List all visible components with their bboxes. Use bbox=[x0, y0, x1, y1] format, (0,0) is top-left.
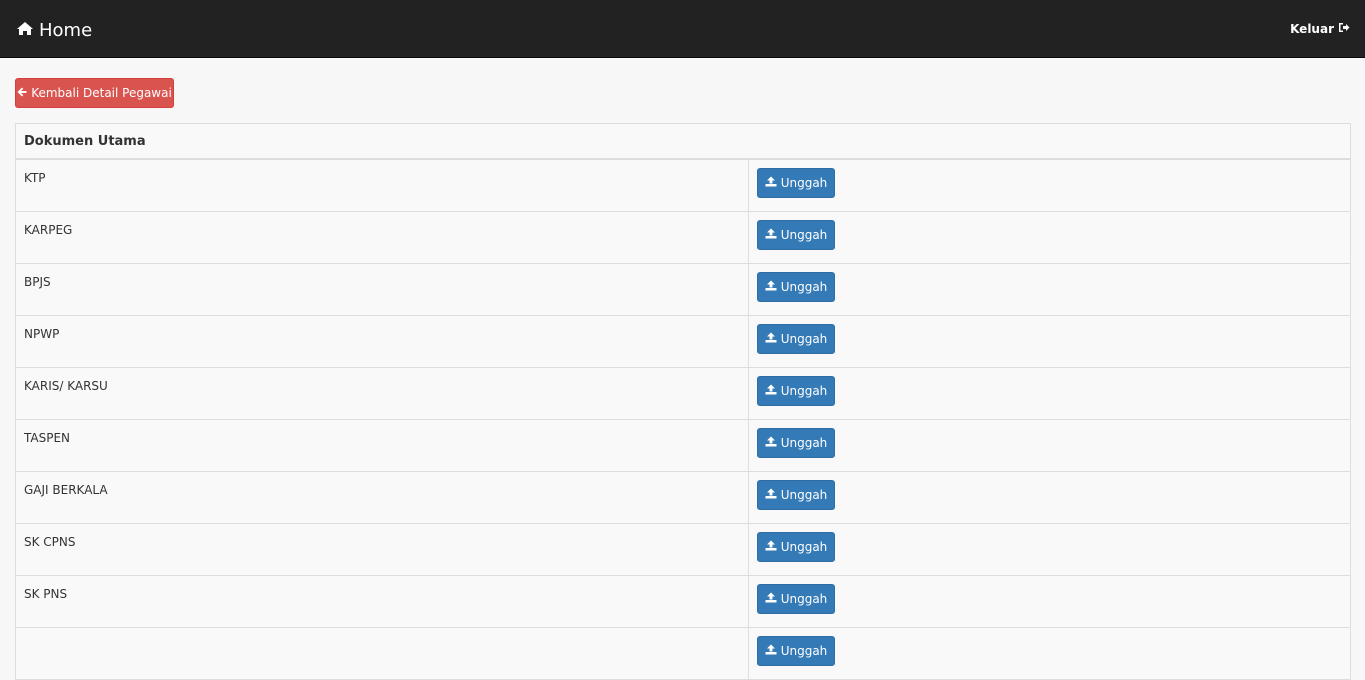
document-action-cell: Unggah bbox=[749, 316, 1350, 367]
upload-button[interactable]: Unggah bbox=[757, 220, 835, 250]
upload-icon bbox=[765, 436, 781, 450]
document-action-cell: Unggah bbox=[749, 420, 1350, 471]
upload-button[interactable]: Unggah bbox=[757, 428, 835, 458]
upload-button[interactable]: Unggah bbox=[757, 532, 835, 562]
upload-button-label: Unggah bbox=[780, 592, 828, 606]
upload-button-label: Unggah bbox=[780, 176, 828, 190]
upload-icon bbox=[765, 384, 781, 398]
document-action-cell: Unggah bbox=[749, 212, 1350, 263]
document-name: SK PNS bbox=[16, 576, 749, 627]
table-row: BPJS Unggah bbox=[16, 264, 1350, 316]
upload-button[interactable]: Unggah bbox=[757, 584, 835, 614]
table-row: NPWP Unggah bbox=[16, 316, 1350, 368]
upload-button[interactable]: Unggah bbox=[757, 376, 835, 406]
upload-button-label: Unggah bbox=[780, 488, 828, 502]
document-action-cell: Unggah bbox=[749, 576, 1350, 627]
upload-button-label: Unggah bbox=[780, 644, 828, 658]
logout-link[interactable]: Keluar bbox=[1290, 21, 1350, 37]
back-to-employee-detail-button[interactable]: Kembali Detail Pegawai bbox=[15, 78, 174, 108]
upload-button-label: Unggah bbox=[780, 280, 828, 294]
upload-icon bbox=[765, 592, 781, 606]
document-action-cell: Unggah bbox=[749, 524, 1350, 575]
document-action-cell: Unggah bbox=[749, 264, 1350, 315]
document-action-cell: Unggah bbox=[749, 368, 1350, 419]
arrow-left-icon bbox=[17, 79, 31, 107]
top-navbar: Home Keluar bbox=[0, 0, 1365, 58]
document-name: GAJI BERKALA bbox=[16, 472, 749, 523]
document-name: BPJS bbox=[16, 264, 749, 315]
logout-label: Keluar bbox=[1290, 22, 1334, 36]
document-rows: KTP Unggah KARPEG Unggah BPJS Unggah NPWP Ungga… bbox=[16, 160, 1350, 680]
table-row: KARPEG Unggah bbox=[16, 212, 1350, 264]
document-name: NPWP bbox=[16, 316, 749, 367]
upload-button[interactable]: Unggah bbox=[757, 636, 835, 666]
table-row: KTP Unggah bbox=[16, 160, 1350, 212]
upload-button-label: Unggah bbox=[780, 436, 828, 450]
upload-icon bbox=[765, 644, 781, 658]
document-action-cell: Unggah bbox=[749, 160, 1350, 211]
document-table: Dokumen Utama KTP Unggah KARPEG Unggah BPJS U… bbox=[15, 123, 1351, 680]
home-icon bbox=[16, 19, 39, 43]
document-name: KARPEG bbox=[16, 212, 749, 263]
upload-icon bbox=[765, 280, 781, 294]
home-label: Home bbox=[39, 20, 93, 41]
table-row: SK PNS Unggah bbox=[16, 576, 1350, 628]
upload-button-label: Unggah bbox=[780, 332, 828, 346]
upload-button-label: Unggah bbox=[780, 384, 828, 398]
upload-button-label: Unggah bbox=[780, 540, 828, 554]
upload-icon bbox=[765, 540, 781, 554]
document-name bbox=[16, 628, 749, 679]
home-link[interactable]: Home bbox=[16, 19, 92, 43]
document-table-header: Dokumen Utama bbox=[16, 124, 1350, 160]
upload-icon bbox=[765, 332, 781, 346]
upload-button[interactable]: Unggah bbox=[757, 168, 835, 198]
table-row: Unggah bbox=[16, 628, 1350, 680]
document-name: KARIS/ KARSU bbox=[16, 368, 749, 419]
document-name: TASPEN bbox=[16, 420, 749, 471]
upload-button[interactable]: Unggah bbox=[757, 324, 835, 354]
upload-button-label: Unggah bbox=[780, 228, 828, 242]
upload-icon bbox=[765, 228, 781, 242]
document-name: SK CPNS bbox=[16, 524, 749, 575]
upload-icon bbox=[765, 176, 781, 190]
document-action-cell: Unggah bbox=[749, 472, 1350, 523]
back-button-label: Kembali Detail Pegawai bbox=[31, 86, 172, 100]
table-row: SK CPNS Unggah bbox=[16, 524, 1350, 576]
document-action-cell: Unggah bbox=[749, 628, 1350, 679]
document-name: KTP bbox=[16, 160, 749, 211]
table-row: TASPEN Unggah bbox=[16, 420, 1350, 472]
upload-button[interactable]: Unggah bbox=[757, 272, 835, 302]
table-row: KARIS/ KARSU Unggah bbox=[16, 368, 1350, 420]
sign-out-icon bbox=[1334, 21, 1350, 37]
upload-button[interactable]: Unggah bbox=[757, 480, 835, 510]
table-row: GAJI BERKALA Unggah bbox=[16, 472, 1350, 524]
upload-icon bbox=[765, 488, 781, 502]
